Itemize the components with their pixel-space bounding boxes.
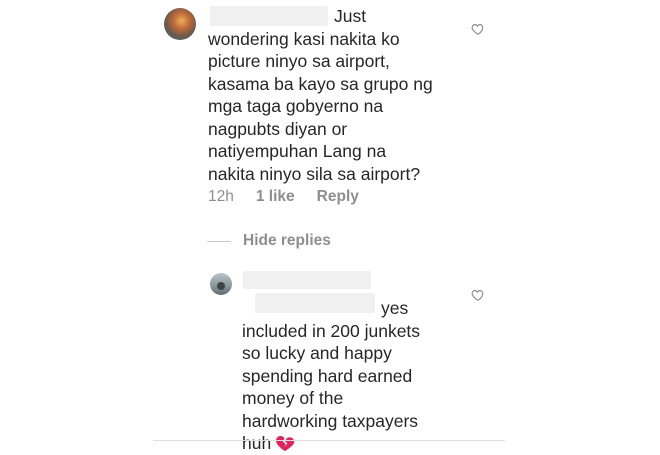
hide-replies-button[interactable]: Hide replies	[207, 232, 331, 250]
reply-body: yes included in 200 junkets so lucky and h…	[242, 297, 420, 455]
divider	[153, 440, 505, 441]
comment-line: kasama ba kayo sa grupo ng	[208, 73, 433, 94]
comment-line: nakita ninyo sila sa airport?	[208, 163, 421, 184]
comment-body: Just wondering kasi nakita ko picture niny…	[208, 5, 433, 185]
divider-line	[207, 240, 231, 242]
reply-line: money of the	[242, 388, 344, 408]
comment-meta: 12h 1 like Reply	[208, 188, 359, 206]
comment-line: wondering kasi nakita ko	[208, 28, 400, 49]
hide-replies-label: Hide replies	[243, 232, 331, 249]
reply-line: so lucky and happy	[242, 343, 392, 363]
page-margin	[0, 0, 155, 450]
reply-last-line: huh	[242, 432, 420, 455]
reply-line: huh	[242, 433, 272, 453]
comment-line: nagpubts diyan or	[208, 118, 348, 139]
reply-line: yes	[381, 298, 409, 318]
comment-line: natiyempuhan Lang na	[208, 141, 387, 161]
reply-line: included in 200 junkets	[242, 320, 421, 341]
comment-timestamp: 12h	[208, 188, 234, 205]
reply-avatar[interactable]	[210, 273, 232, 295]
comment-line: picture ninyo sa airport,	[208, 51, 390, 71]
like-heart-icon[interactable]	[471, 22, 485, 36]
comment-line: Just	[334, 6, 367, 26]
commenter-avatar[interactable]	[164, 8, 196, 40]
like-heart-icon[interactable]	[471, 288, 485, 302]
likes-count-link[interactable]: 1 like	[256, 188, 295, 206]
redacted-username	[243, 271, 371, 289]
broken-heart-icon	[276, 436, 295, 452]
reply-line: spending hard earned	[242, 365, 413, 386]
reply-button[interactable]: Reply	[317, 188, 359, 206]
reply-line: hardworking taxpayers	[242, 410, 419, 431]
comment-line: mga taga gobyerno na	[208, 96, 384, 116]
